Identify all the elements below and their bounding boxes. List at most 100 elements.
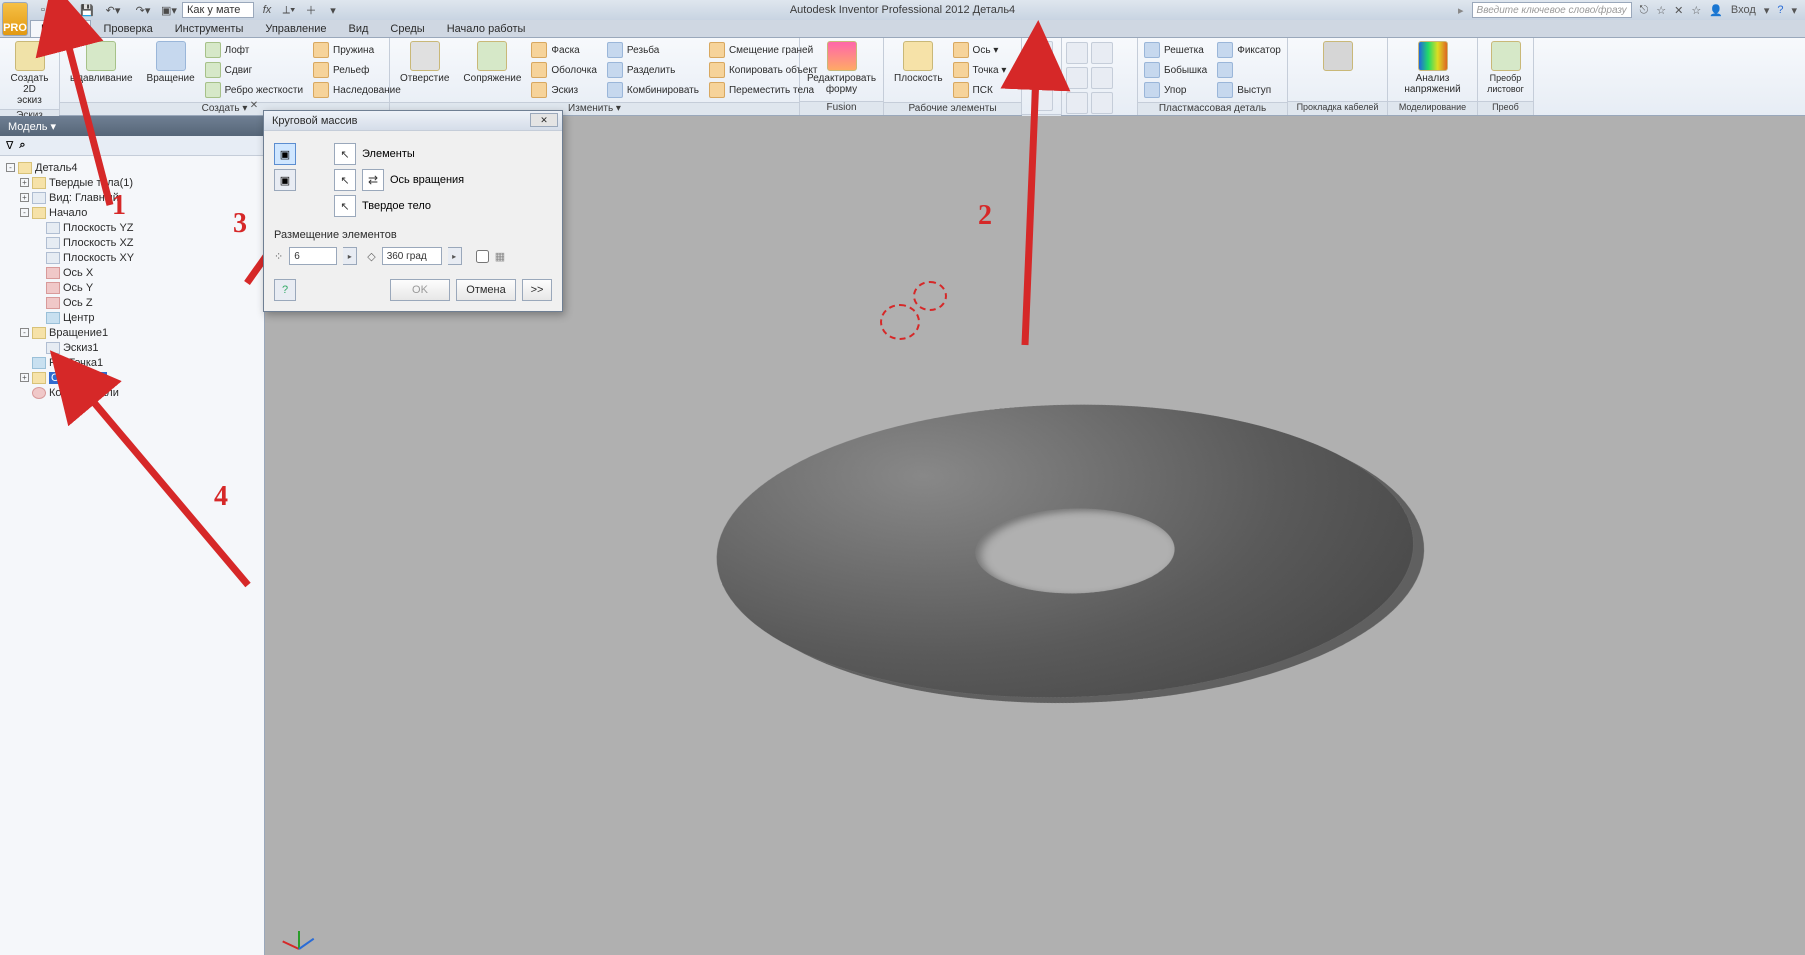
tab-manage[interactable]: Управление: [255, 21, 336, 37]
edit-form-button[interactable]: Редактировать форму: [803, 41, 880, 95]
convert-button[interactable]: Преобр листовог: [1483, 41, 1528, 95]
rule-button[interactable]: [1217, 61, 1285, 79]
tree-root[interactable]: -Деталь4: [2, 160, 262, 175]
fx-icon[interactable]: fx: [258, 2, 276, 18]
tree-item[interactable]: Ось Z: [2, 295, 262, 310]
save-icon[interactable]: 💾: [78, 2, 96, 18]
tree-item[interactable]: Центр: [2, 310, 262, 325]
tree-item[interactable]: Ось X: [2, 265, 262, 280]
ucs-button[interactable]: ПСК: [953, 81, 1011, 99]
split-button[interactable]: Разделить: [607, 61, 703, 79]
boss-button[interactable]: Бобышка: [1144, 61, 1211, 79]
ok-button[interactable]: OK: [390, 279, 450, 301]
find-icon[interactable]: ⌕: [19, 139, 25, 152]
suppress-icon[interactable]: ▦: [495, 250, 505, 263]
lip-button[interactable]: Выступ: [1217, 81, 1285, 99]
rect-pattern-button[interactable]: [1031, 41, 1053, 63]
tree-item[interactable]: Ось Y: [2, 280, 262, 295]
browser-header[interactable]: Модель ▾: [0, 116, 264, 136]
tree-item[interactable]: РабТочка1: [2, 355, 262, 370]
rest-button[interactable]: Упор: [1144, 81, 1211, 99]
star2-icon[interactable]: ☆: [1691, 4, 1701, 17]
tree-item[interactable]: -Начало: [2, 205, 262, 220]
plane-button[interactable]: Плоскость: [890, 41, 947, 84]
surface-btn-4[interactable]: [1091, 67, 1113, 89]
axis-button[interactable]: Ось ▾: [953, 41, 1011, 59]
app-menu-button[interactable]: PRO: [2, 2, 28, 36]
loft-button[interactable]: Лофт: [205, 41, 307, 59]
fillet-button[interactable]: Сопряжение: [459, 41, 525, 84]
surface-btn-6[interactable]: [1091, 92, 1113, 114]
more-button[interactable]: >>: [522, 279, 552, 301]
shell-button[interactable]: Оболочка: [531, 61, 601, 79]
surface-btn-5[interactable]: [1066, 92, 1088, 114]
login-dropdown-icon[interactable]: ▾: [1764, 4, 1770, 17]
tree-item[interactable]: +Вид: Главный: [2, 190, 262, 205]
browser-close-icon[interactable]: ✕: [247, 98, 261, 112]
tab-model[interactable]: Модель: [30, 20, 91, 37]
signin-icon[interactable]: 👤: [1709, 4, 1723, 17]
tree-item[interactable]: Плоскость YZ: [2, 220, 262, 235]
mirror-button[interactable]: [1031, 89, 1053, 111]
angle-input[interactable]: [382, 247, 442, 265]
harness-button[interactable]: [1319, 41, 1357, 73]
surface-btn-1[interactable]: [1066, 42, 1088, 64]
cancel-button[interactable]: Отмена: [456, 279, 516, 301]
filter-icon[interactable]: ∇: [6, 139, 13, 152]
point-button[interactable]: Точка ▾: [953, 61, 1011, 79]
chamfer-button[interactable]: Фаска: [531, 41, 601, 59]
open-icon[interactable]: 📂: [56, 2, 74, 18]
tree-item[interactable]: +Отверстие: [2, 370, 262, 385]
thread-button[interactable]: Резьба: [607, 41, 703, 59]
material-combo[interactable]: Как у мате: [182, 2, 254, 18]
tree-item[interactable]: +Твердые тела(1): [2, 175, 262, 190]
combine-button[interactable]: Комбинировать: [607, 81, 703, 99]
surface-btn-3[interactable]: [1066, 67, 1088, 89]
add-icon[interactable]: ＋: [302, 2, 320, 18]
solid-pick-arrow[interactable]: ↖: [334, 195, 356, 217]
extrude-button[interactable]: ыдавливание: [66, 41, 137, 84]
tab-view[interactable]: Вид: [339, 21, 379, 37]
measure-icon[interactable]: ⟂▾: [280, 2, 298, 18]
snap-button[interactable]: Фиксатор: [1217, 41, 1285, 59]
stress-analysis-button[interactable]: Анализ напряжений: [1400, 41, 1464, 95]
select-features-button[interactable]: ▣: [274, 143, 296, 165]
tab-inspect[interactable]: Проверка: [93, 21, 162, 37]
star-icon[interactable]: ☆: [1656, 4, 1666, 17]
rib-button[interactable]: Ребро жесткости: [205, 81, 307, 99]
tab-environments[interactable]: Среды: [380, 21, 434, 37]
dialog-close-button[interactable]: ✕: [530, 113, 558, 127]
tree-item[interactable]: Плоскость XY: [2, 250, 262, 265]
select-solids-button[interactable]: ▣: [274, 169, 296, 191]
help-icon[interactable]: ?: [1777, 4, 1783, 16]
model-tree[interactable]: -Деталь4 +Твердые тела(1)+Вид: Главный-Н…: [0, 156, 264, 955]
tree-item[interactable]: -Вращение1: [2, 325, 262, 340]
tree-item[interactable]: Плоскость XZ: [2, 235, 262, 250]
redo-icon[interactable]: ↷▾: [130, 2, 156, 18]
angle-dropdown[interactable]: ▸: [448, 247, 462, 265]
grill-button[interactable]: Решетка: [1144, 41, 1211, 59]
select-icon[interactable]: ▣▾: [160, 2, 178, 18]
circular-pattern-button[interactable]: [1031, 65, 1053, 87]
login-label[interactable]: Вход: [1731, 4, 1756, 16]
tab-tools[interactable]: Инструменты: [165, 21, 254, 37]
draft-button[interactable]: Эскиз: [531, 81, 601, 99]
axis-pick-arrow[interactable]: ↖: [334, 169, 356, 191]
qat-customize-icon[interactable]: ▾: [324, 2, 342, 18]
exchange-icon[interactable]: ✕: [1674, 4, 1683, 17]
tree-item[interactable]: Конец детали: [2, 385, 262, 400]
undo-icon[interactable]: ↶▾: [100, 2, 126, 18]
sweep-button[interactable]: Сдвиг: [205, 61, 307, 79]
midplane-checkbox[interactable]: [476, 250, 489, 263]
search-input[interactable]: Введите ключевое слово/фразу: [1472, 2, 1632, 18]
revolve-button[interactable]: Вращение: [143, 41, 199, 84]
dialog-help-button[interactable]: ?: [274, 279, 296, 301]
create-2d-sketch-button[interactable]: Создать 2D эскиз: [6, 41, 53, 106]
features-pick-arrow[interactable]: ↖: [334, 143, 356, 165]
count-dropdown[interactable]: ▸: [343, 247, 357, 265]
new-icon[interactable]: ▫: [34, 2, 52, 18]
surface-btn-2[interactable]: [1091, 42, 1113, 64]
help-dropdown-icon[interactable]: ▾: [1791, 4, 1797, 17]
infocenter-icon[interactable]: ⎋: [1640, 4, 1649, 17]
hole-button[interactable]: Отверстие: [396, 41, 453, 84]
